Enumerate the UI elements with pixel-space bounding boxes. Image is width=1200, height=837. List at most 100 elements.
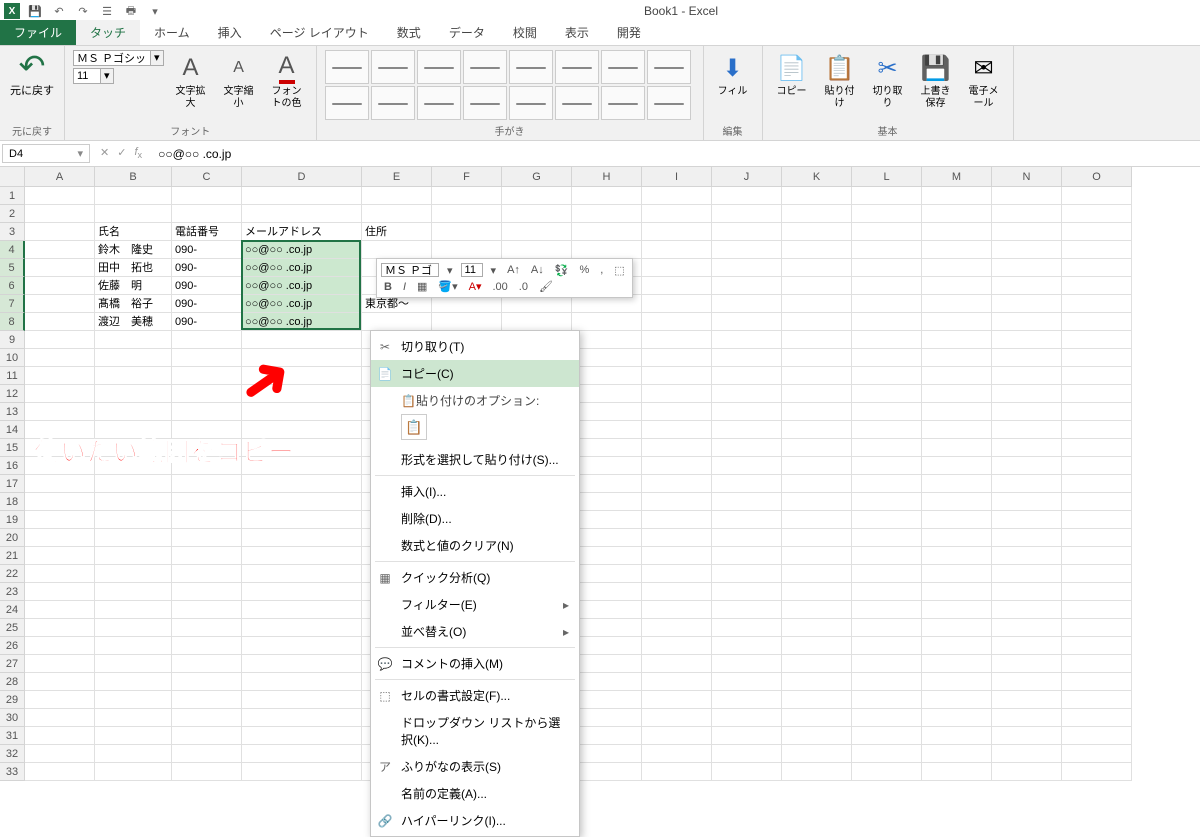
cell[interactable] (712, 529, 782, 547)
cell[interactable] (242, 187, 362, 205)
cell[interactable] (95, 511, 172, 529)
cell[interactable] (572, 493, 642, 511)
cell[interactable] (502, 241, 572, 259)
cell[interactable] (172, 493, 242, 511)
cell[interactable] (992, 529, 1062, 547)
cell[interactable] (432, 187, 502, 205)
cell[interactable]: ○○@○○ .co.jp (242, 277, 362, 295)
cell[interactable] (712, 223, 782, 241)
font-size-combo[interactable] (73, 68, 101, 84)
cell[interactable] (95, 655, 172, 673)
cell[interactable] (502, 187, 572, 205)
col-header[interactable]: N (992, 167, 1062, 187)
cell[interactable] (1062, 619, 1132, 637)
cell[interactable] (922, 367, 992, 385)
cell[interactable] (852, 619, 922, 637)
cell[interactable]: ○○@○○ .co.jp (242, 295, 362, 313)
cell[interactable] (95, 457, 172, 475)
fill-color-icon[interactable]: 🪣▾ (435, 280, 460, 293)
cell[interactable]: 田中 拓也 (95, 259, 172, 277)
cell[interactable] (25, 529, 95, 547)
cell[interactable]: ○○@○○ .co.jp (242, 241, 362, 259)
cell[interactable] (782, 277, 852, 295)
cell[interactable] (782, 547, 852, 565)
cell[interactable] (1062, 673, 1132, 691)
cell[interactable] (25, 583, 95, 601)
cell[interactable]: メールアドレス (242, 223, 362, 241)
cell[interactable] (782, 187, 852, 205)
ctx-paste-special[interactable]: 形式を選択して貼り付け(S)... (371, 446, 579, 473)
tab-home[interactable]: ホーム (140, 20, 204, 45)
cell[interactable] (782, 511, 852, 529)
qat-btn[interactable]: ▾ (144, 0, 166, 22)
cell[interactable] (992, 259, 1062, 277)
cell[interactable] (1062, 637, 1132, 655)
cell[interactable] (852, 295, 922, 313)
cell[interactable] (852, 313, 922, 331)
cell[interactable] (642, 475, 712, 493)
cell[interactable] (1062, 493, 1132, 511)
qat-undo-icon[interactable]: ↶ (48, 0, 70, 22)
cell[interactable] (95, 349, 172, 367)
cell[interactable] (782, 709, 852, 727)
cell[interactable] (922, 673, 992, 691)
row-header[interactable]: 5 (0, 259, 25, 277)
ink-swatch[interactable] (601, 50, 645, 84)
cell[interactable] (922, 529, 992, 547)
cell[interactable] (782, 763, 852, 781)
cell[interactable] (992, 601, 1062, 619)
cell[interactable] (852, 259, 922, 277)
border-icon[interactable]: ▦ (414, 280, 430, 293)
cell[interactable] (992, 565, 1062, 583)
cell[interactable] (642, 349, 712, 367)
cell[interactable] (25, 313, 95, 331)
shrink-font-button[interactable]: A文字縮小 (218, 50, 260, 112)
cell[interactable] (642, 367, 712, 385)
cell[interactable] (642, 403, 712, 421)
cell[interactable] (572, 475, 642, 493)
cell[interactable] (95, 421, 172, 439)
tab-view[interactable]: 表示 (551, 20, 603, 45)
row-header[interactable]: 13 (0, 403, 25, 421)
row-header[interactable]: 25 (0, 619, 25, 637)
cell[interactable] (572, 457, 642, 475)
ctx-clear[interactable]: 数式と値のクリア(N) (371, 532, 579, 559)
cell[interactable] (992, 385, 1062, 403)
cell[interactable] (782, 475, 852, 493)
cell[interactable] (572, 385, 642, 403)
cell[interactable] (992, 187, 1062, 205)
cell[interactable] (782, 223, 852, 241)
cell[interactable] (712, 583, 782, 601)
cell[interactable] (1062, 385, 1132, 403)
cell[interactable] (25, 439, 95, 457)
cell[interactable] (25, 745, 95, 763)
cell[interactable] (242, 673, 362, 691)
cell[interactable] (572, 637, 642, 655)
cell[interactable] (1062, 763, 1132, 781)
cell[interactable] (1062, 745, 1132, 763)
cell[interactable] (242, 493, 362, 511)
cell[interactable] (1062, 259, 1132, 277)
row-header[interactable]: 6 (0, 277, 25, 295)
cell[interactable] (172, 385, 242, 403)
cell[interactable] (1062, 223, 1132, 241)
cell[interactable] (712, 259, 782, 277)
cell[interactable] (712, 493, 782, 511)
cell[interactable] (852, 367, 922, 385)
select-all-corner[interactable] (0, 167, 25, 187)
col-header[interactable]: L (852, 167, 922, 187)
cell[interactable] (95, 475, 172, 493)
cell[interactable] (642, 691, 712, 709)
col-header[interactable]: D (242, 167, 362, 187)
ctx-format-cells[interactable]: ⬚セルの書式設定(F)... (371, 682, 579, 709)
cell[interactable] (642, 493, 712, 511)
cell[interactable] (642, 187, 712, 205)
cell[interactable] (642, 745, 712, 763)
cell[interactable] (1062, 313, 1132, 331)
cell[interactable] (992, 403, 1062, 421)
grow-font-icon[interactable]: A↑ (504, 264, 523, 276)
cell[interactable] (922, 493, 992, 511)
cell[interactable] (1062, 367, 1132, 385)
cell[interactable] (572, 511, 642, 529)
ink-swatch[interactable] (325, 50, 369, 84)
